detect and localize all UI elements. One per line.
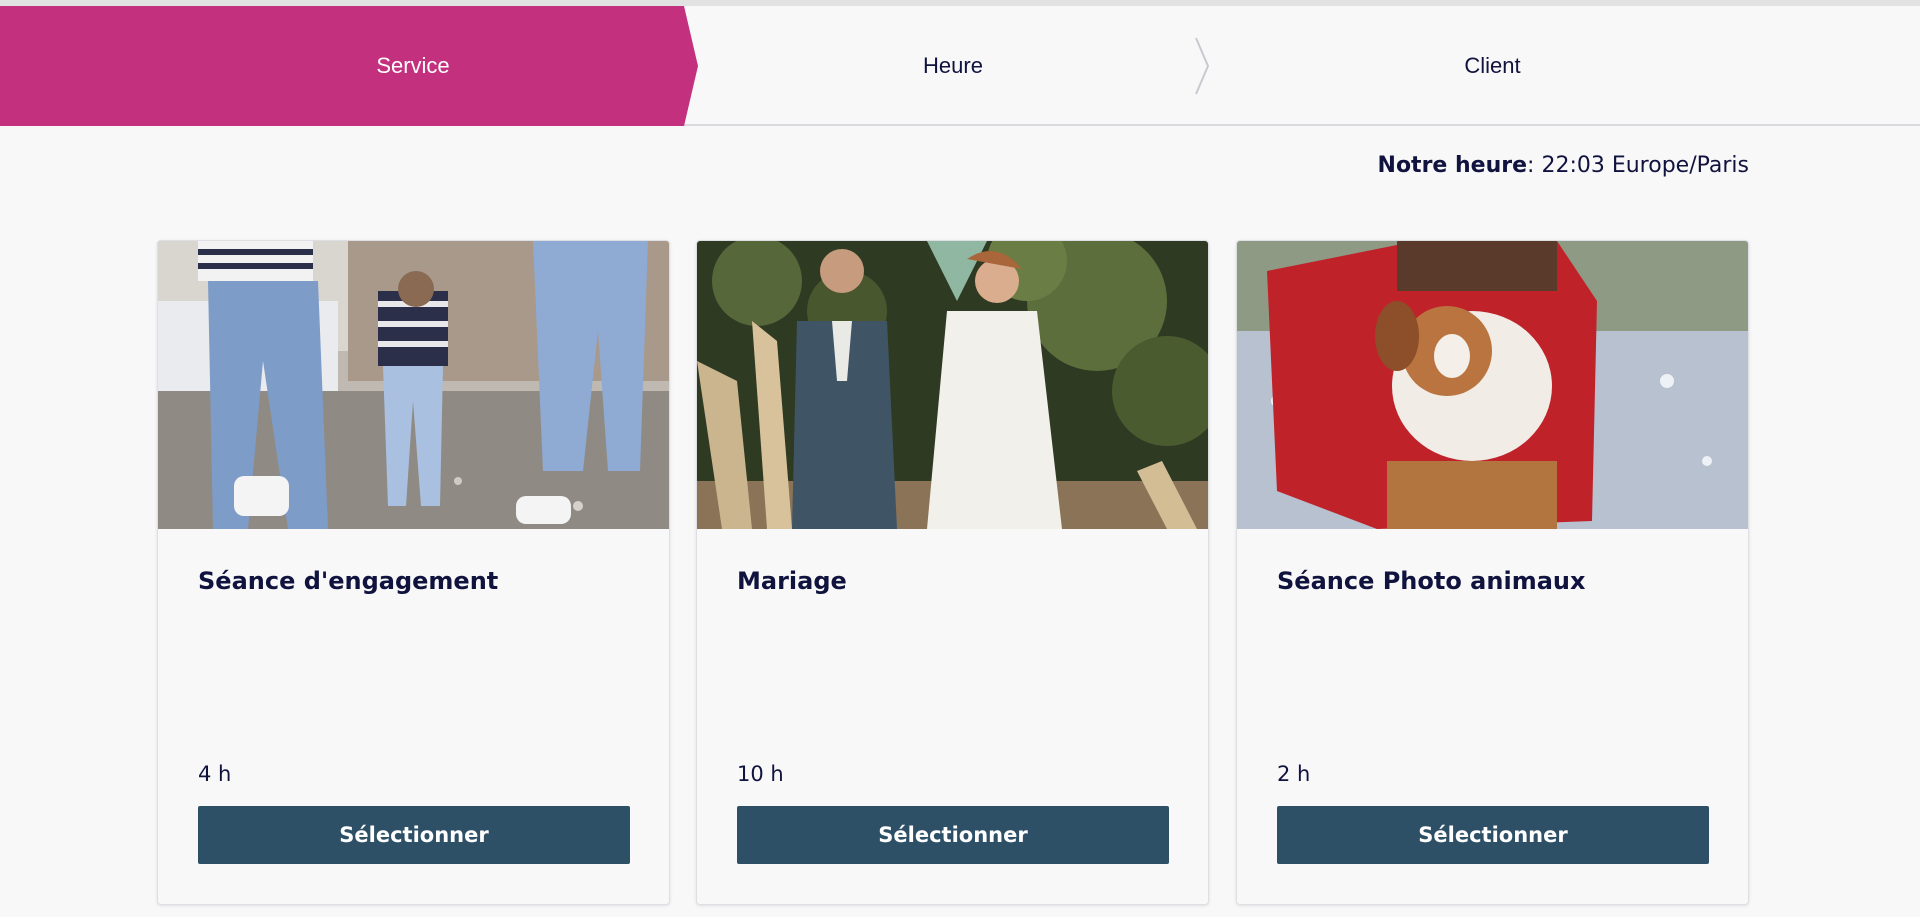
dog-in-snow-photo	[1237, 241, 1748, 529]
step-client-label: Client	[1464, 53, 1521, 78]
step-heure[interactable]: Heure	[688, 6, 1218, 126]
booking-steps: Service Heure Client	[0, 6, 1920, 126]
timezone-label: Notre heure	[1377, 153, 1528, 178]
service-title: Séance Photo animaux	[1277, 567, 1586, 595]
wedding-photo	[697, 241, 1208, 529]
service-duration: 10 h	[737, 762, 784, 786]
service-duration: 4 h	[198, 762, 232, 786]
select-animaux-button[interactable]: Sélectionner	[1277, 806, 1709, 864]
step-client[interactable]: Client	[1225, 6, 1760, 126]
step-separator-chevron-icon	[1195, 37, 1210, 95]
select-mariage-button[interactable]: Sélectionner	[737, 806, 1169, 864]
service-title: Mariage	[737, 567, 847, 595]
service-duration: 2 h	[1277, 762, 1311, 786]
service-title: Séance d'engagement	[198, 567, 499, 595]
service-card-mariage: Mariage 10 h Sélectionner	[696, 240, 1209, 905]
step-service-label: Service	[376, 53, 450, 78]
service-card-engagement: Séance d'engagement 4 h Sélectionner	[157, 240, 670, 905]
service-card-animaux: Séance Photo animaux 2 h Sélectionner	[1236, 240, 1749, 905]
timezone-notice: Notre heure: 22:03 Europe/Paris	[1378, 153, 1749, 178]
family-beach-photo	[158, 241, 669, 529]
active-step-arrow	[0, 6, 698, 126]
step-heure-label: Heure	[923, 53, 983, 78]
timezone-value: 22:03 Europe/Paris	[1534, 153, 1749, 178]
select-engagement-button[interactable]: Sélectionner	[198, 806, 630, 864]
